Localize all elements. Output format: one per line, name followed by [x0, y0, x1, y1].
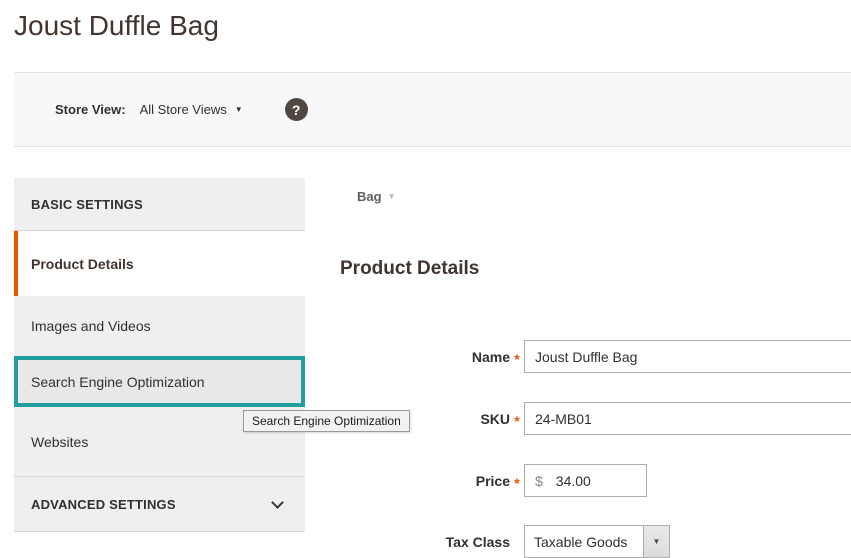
sidebar-item-label: Websites [31, 433, 89, 450]
sidebar-item-label: Product Details [31, 255, 134, 272]
chevron-down-icon [271, 495, 284, 509]
attribute-set-label: Bag [357, 189, 382, 204]
page-title: Joust Duffle Bag [14, 10, 219, 41]
tooltip: Search Engine Optimization [243, 410, 410, 432]
sidebar-item-product-details[interactable]: Product Details [14, 231, 305, 296]
price-field-row: Price * $ 34.00 [340, 464, 647, 497]
select-dropdown-button[interactable]: ▼ [643, 526, 669, 557]
required-marker: * [514, 412, 520, 429]
help-icon[interactable]: ? [284, 98, 308, 121]
caret-down-icon: ▼ [652, 536, 661, 546]
required-marker: * [514, 350, 520, 367]
tax-class-select[interactable]: Taxable Goods ▼ [524, 525, 670, 558]
tax-class-label: Tax Class [445, 533, 510, 550]
store-view-bar: Store View: All Store Views ▼ ? [14, 72, 851, 147]
sidebar-item-label: Search Engine Optimization [31, 373, 205, 390]
sidebar-item-search-engine-optimization[interactable]: Search Engine Optimization [14, 356, 305, 407]
attribute-set-switcher[interactable]: Bag ▼ [357, 189, 395, 204]
caret-down-icon: ▼ [234, 104, 243, 114]
sidebar-item-images-and-videos[interactable]: Images and Videos [14, 296, 305, 356]
store-view-value: All Store Views [139, 102, 227, 117]
price-value: 34.00 [555, 472, 591, 489]
sidebar-section-advanced-settings[interactable]: ADVANCED SETTINGS [14, 476, 305, 532]
sku-field-row: SKU * [340, 402, 851, 435]
sidebar-section-basic-settings: BASIC SETTINGS [14, 178, 305, 231]
settings-sidebar: BASIC SETTINGS Product Details Images an… [14, 178, 305, 532]
tax-class-value: Taxable Goods [534, 533, 628, 550]
required-marker-placeholder [510, 540, 524, 544]
store-view-label: Store View: [55, 102, 126, 117]
price-input[interactable]: $ 34.00 [524, 464, 647, 497]
tax-class-field-row: Tax Class Taxable Goods ▼ [340, 525, 670, 558]
name-input[interactable] [524, 340, 851, 373]
sidebar-section-label: ADVANCED SETTINGS [31, 496, 176, 512]
price-label: Price [475, 472, 510, 489]
currency-symbol: $ [535, 472, 543, 489]
caret-down-icon: ▼ [387, 191, 396, 201]
store-view-switcher[interactable]: All Store Views ▼ [140, 102, 243, 117]
required-marker: * [514, 474, 520, 491]
sidebar-item-label: Images and Videos [31, 318, 151, 334]
section-heading: Product Details [340, 258, 480, 279]
name-label: Name [471, 348, 510, 365]
name-field-row: Name * [340, 340, 851, 373]
sku-input[interactable] [524, 402, 851, 435]
